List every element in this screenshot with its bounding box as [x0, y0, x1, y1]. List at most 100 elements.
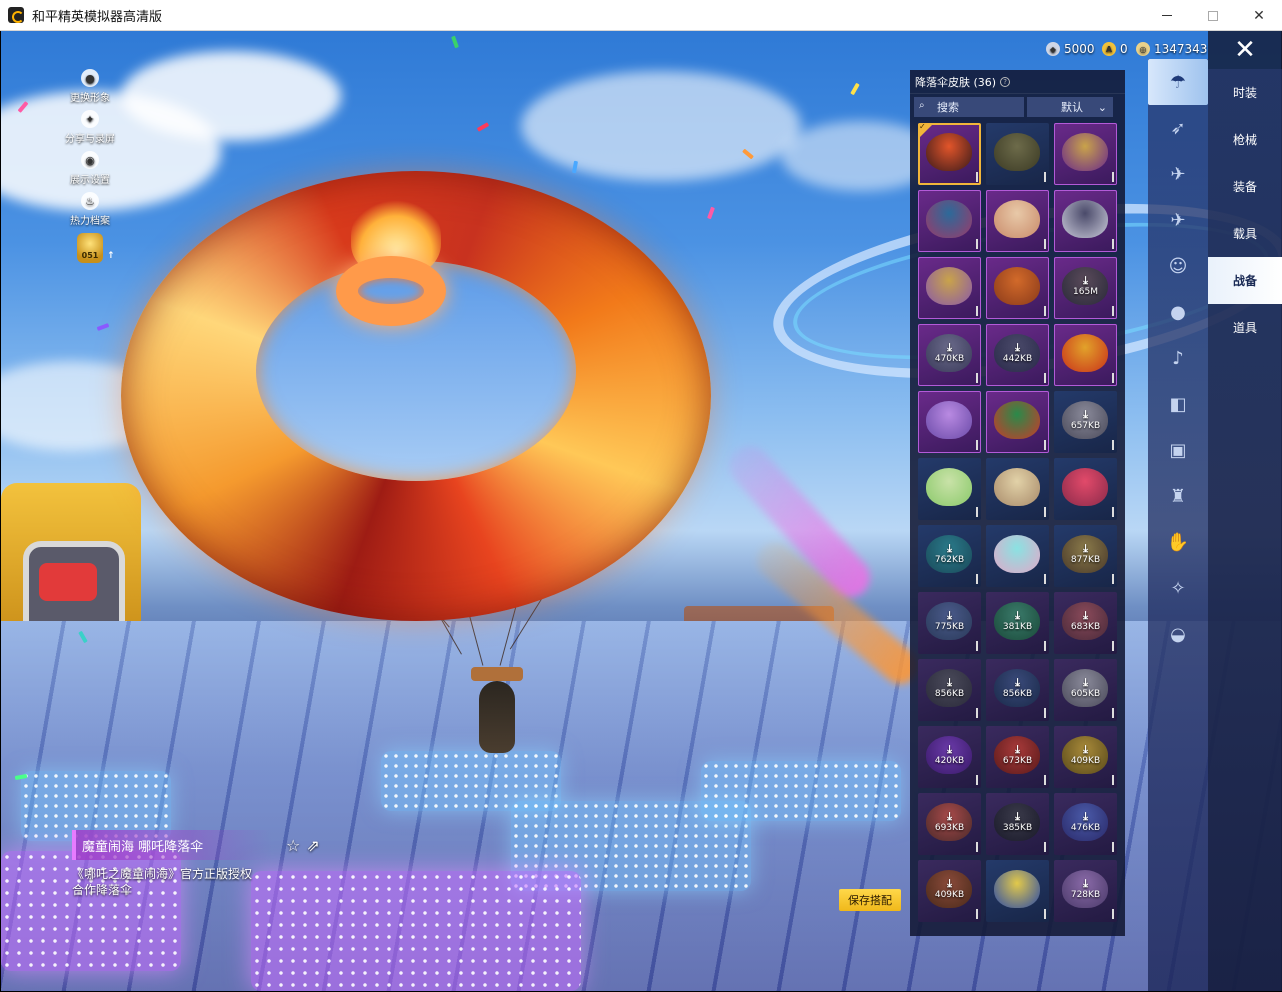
- sub-category-extinguisher[interactable]: ♜: [1148, 473, 1208, 519]
- parachute-skin-tile[interactable]: ⤓ 728KB: [1054, 860, 1117, 922]
- parachute-skin-tile[interactable]: [986, 257, 1049, 319]
- maximize-button[interactable]: [1190, 0, 1236, 31]
- parachute-skin-tile[interactable]: [918, 123, 981, 185]
- quantity-marker: [1044, 440, 1046, 450]
- category-tab[interactable]: 装备: [1208, 163, 1282, 210]
- window-close-button[interactable]: ✕: [1236, 0, 1282, 31]
- parachute-skin-tile[interactable]: [1054, 190, 1117, 252]
- parachute-skin-tile[interactable]: [918, 257, 981, 319]
- download-icon: ⤓: [1015, 743, 1020, 756]
- parachute-skin-tile[interactable]: ⤓ 657KB: [1054, 391, 1117, 453]
- parachute-skin-tile[interactable]: ⤓ 381KB: [986, 592, 1049, 654]
- sub-category-spray[interactable]: ◧: [1148, 381, 1208, 427]
- download-size: ⤓ 381KB: [986, 609, 1049, 633]
- sub-category-wand[interactable]: ✧: [1148, 565, 1208, 611]
- parachute-skin-tile[interactable]: ⤓ 877KB: [1054, 525, 1117, 587]
- parachute-skin-tile[interactable]: ⤓ 476KB: [1054, 793, 1117, 855]
- parachute-skin-tile[interactable]: [1054, 458, 1117, 520]
- category-tab[interactable]: 战备: [1208, 257, 1282, 304]
- parachute-skin-tile[interactable]: ⤓ 470KB: [918, 324, 981, 386]
- cloud: [121, 51, 341, 141]
- parachute-skin-tile[interactable]: [986, 190, 1049, 252]
- download-size-label: 470KB: [934, 354, 965, 364]
- parachute-skin-tile[interactable]: [1054, 123, 1117, 185]
- currency-silver: ◆ 5000: [1046, 42, 1095, 56]
- search-input[interactable]: [937, 100, 1017, 114]
- sub-category-hand[interactable]: ✋: [1148, 519, 1208, 565]
- help-icon[interactable]: ?: [1000, 76, 1011, 87]
- parachute-skin-tile[interactable]: ⤓ 165M: [1054, 257, 1117, 319]
- sub-category-hat[interactable]: ◒: [1148, 611, 1208, 657]
- parachute-skin-tile[interactable]: ⤓ 442KB: [986, 324, 1049, 386]
- sub-category-bar: ☂ ➶ ✈ ✈ ☺ ● ♪ ◧ ▣ ♜ ✋ ✧ ◒: [1148, 59, 1208, 991]
- category-tab[interactable]: 道具: [1208, 304, 1282, 351]
- download-size-label: 762KB: [934, 555, 965, 565]
- quantity-marker: [1112, 373, 1114, 383]
- parachute-skin-tile[interactable]: [918, 190, 981, 252]
- display-settings-button[interactable]: ◉ 展示设置: [60, 151, 120, 186]
- parachute-skin-tile[interactable]: [986, 525, 1049, 587]
- person-icon: ●: [81, 69, 99, 87]
- parachute-skin-tile[interactable]: ⤓ 420KB: [918, 726, 981, 788]
- parachute-skin-tile[interactable]: ⤓ 385KB: [986, 793, 1049, 855]
- picture-icon: ▣: [1169, 439, 1187, 461]
- sub-category-picture[interactable]: ▣: [1148, 427, 1208, 473]
- parachute-skin-tile[interactable]: [1054, 324, 1117, 386]
- sub-category-drone[interactable]: ✈: [1148, 151, 1208, 197]
- sort-dropdown[interactable]: 默认 ⌄: [1027, 97, 1113, 117]
- parachute-skin-tile[interactable]: [986, 123, 1049, 185]
- currency-gold: A 0: [1102, 42, 1128, 56]
- download-icon: ⤓: [947, 810, 952, 823]
- download-size-label: 381KB: [1002, 622, 1033, 632]
- sub-category-parachute[interactable]: ☂: [1148, 59, 1208, 105]
- parachute-skin-tile[interactable]: ⤓ 775KB: [918, 592, 981, 654]
- sub-category-pet[interactable]: ●: [1148, 289, 1208, 335]
- panel-title: 降落伞皮肤 (36): [915, 75, 997, 89]
- parachute-skin-tile[interactable]: ⤓ 683KB: [1054, 592, 1117, 654]
- close-wardrobe-button[interactable]: ✕: [1208, 31, 1282, 69]
- download-size: ⤓ 856KB: [986, 677, 1049, 700]
- quantity-marker: [976, 373, 978, 383]
- parachute-skin-tile[interactable]: ⤓ 673KB: [986, 726, 1049, 788]
- parachute-skin-tile[interactable]: ⤓ 409KB: [1054, 726, 1117, 788]
- level-badge[interactable]: 051 ↑: [77, 233, 115, 263]
- player-character: [479, 681, 515, 753]
- sub-category-speaker[interactable]: ♪: [1148, 335, 1208, 381]
- parachute-skin-tile[interactable]: [986, 860, 1049, 922]
- sub-category-emote[interactable]: ☺: [1148, 243, 1208, 289]
- minimize-button[interactable]: [1144, 0, 1190, 31]
- sub-category-plane[interactable]: ✈: [1148, 197, 1208, 243]
- quantity-marker: [976, 172, 978, 182]
- favorite-star-icon[interactable]: ☆: [286, 836, 300, 855]
- parachute-skin-tile[interactable]: ⤓ 762KB: [918, 525, 981, 587]
- quantity-marker: [1044, 842, 1046, 852]
- quantity-marker: [1044, 373, 1046, 383]
- drone-icon: ✈: [1170, 163, 1186, 185]
- download-icon: ⤓: [947, 676, 952, 689]
- parachute-skin-tile[interactable]: [918, 458, 981, 520]
- category-tab[interactable]: 载具: [1208, 210, 1282, 257]
- category-tab[interactable]: 时装: [1208, 69, 1282, 116]
- change-avatar-button[interactable]: ● 更换形象: [60, 69, 120, 104]
- parachute-skin-tile[interactable]: [986, 391, 1049, 453]
- heat-profile-button[interactable]: ♨ 热力档案: [60, 192, 120, 227]
- sub-category-glider[interactable]: ➶: [1148, 105, 1208, 151]
- share-record-button[interactable]: ✦ 分享与录屏: [60, 110, 120, 145]
- parachute-skin-tile[interactable]: [986, 458, 1049, 520]
- quantity-marker: [1044, 775, 1046, 785]
- parachute-skin-tile[interactable]: ⤓ 693KB: [918, 793, 981, 855]
- coupon-coin-icon: ◎: [1136, 42, 1150, 56]
- parachute-skin-tile[interactable]: ⤓ 856KB: [918, 659, 981, 721]
- save-outfit-button[interactable]: 保存搭配: [839, 889, 901, 911]
- parachute-skin-tile[interactable]: ⤓ 605KB: [1054, 659, 1117, 721]
- extinguisher-icon: ♜: [1169, 485, 1187, 507]
- minimize-icon: [1162, 15, 1172, 16]
- parachute-skin-tile[interactable]: ⤓ 856KB: [986, 659, 1049, 721]
- search-field[interactable]: ⌕: [914, 97, 1024, 117]
- category-tab[interactable]: 枪械: [1208, 116, 1282, 163]
- parachute-skin-tile[interactable]: ⤓ 409KB: [918, 860, 981, 922]
- download-icon: ⤓: [1015, 609, 1020, 622]
- parachute-skin-tile[interactable]: [918, 391, 981, 453]
- share-icon[interactable]: ⇗: [306, 836, 319, 855]
- item-grid: ⤓165M⤓470KB⤓442KB⤓657KB⤓762KB⤓877KB⤓775K…: [910, 120, 1125, 922]
